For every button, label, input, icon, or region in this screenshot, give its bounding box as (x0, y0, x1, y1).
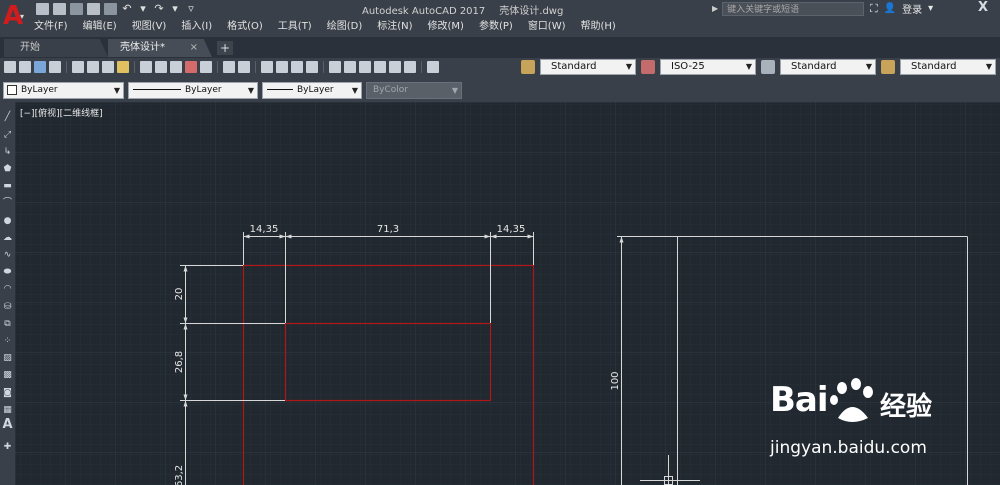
dim-left-width: 14,35 (250, 224, 279, 235)
dim-right-width: 14,35 (497, 224, 526, 235)
viewport-controls[interactable]: [−][俯视][二维线框] (20, 106, 103, 119)
watermark-brand-cn: 经验 (880, 392, 933, 422)
watermark-brand: Bai (770, 380, 829, 420)
dim-mid-height: 26,8 (174, 351, 185, 373)
paw-logo-icon (830, 378, 873, 422)
dim-lower-height: 63,2 (174, 465, 185, 485)
watermark: Bai 经验 jingyan.baidu.com (760, 378, 1000, 485)
watermark-url: jingyan.baidu.com (770, 438, 927, 458)
dim-right-height: 100 (610, 371, 621, 390)
dim-middle-width: 71,3 (377, 224, 399, 235)
dim-top-height: 20 (174, 288, 185, 301)
